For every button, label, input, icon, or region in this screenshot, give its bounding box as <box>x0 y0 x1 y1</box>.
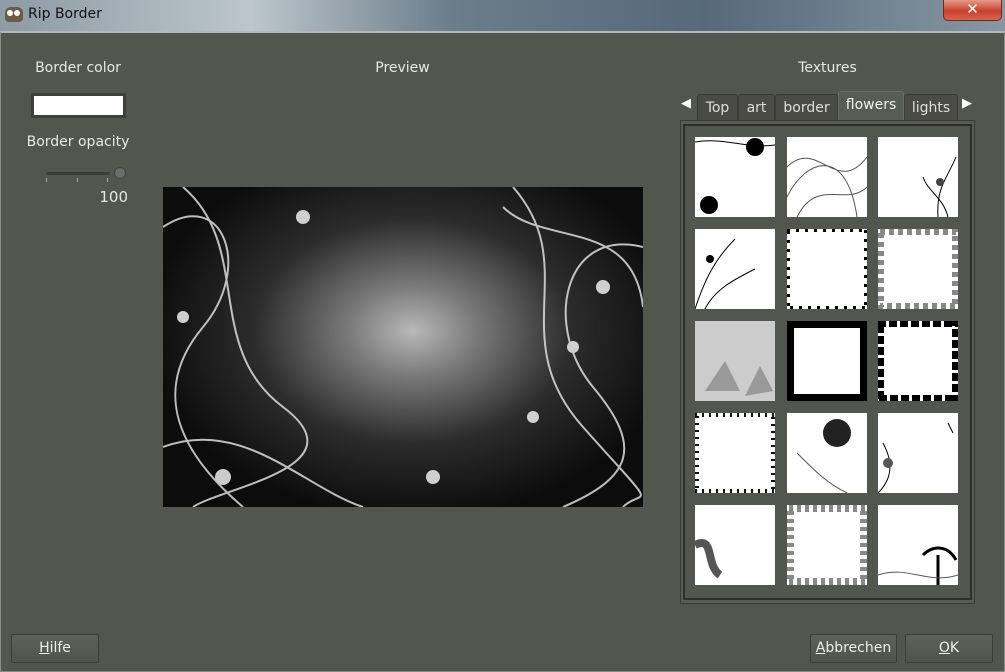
close-button[interactable]: ✕ <box>943 0 1002 21</box>
tab-border[interactable]: border <box>775 94 838 121</box>
border-color-label: Border color <box>35 60 121 76</box>
title-bar: Rip Border ✕ <box>0 0 1005 31</box>
texture-thumbnail[interactable] <box>695 137 775 217</box>
window-title: Rip Border <box>28 6 102 22</box>
opacity-value: 100 <box>99 188 128 206</box>
texture-thumbnail[interactable] <box>787 505 867 585</box>
tabs-scroll-right-icon[interactable]: ▶ <box>962 96 972 111</box>
border-color-button[interactable] <box>31 93 126 118</box>
texture-thumbnail[interactable] <box>787 229 867 309</box>
slider-tick <box>107 178 108 182</box>
tab-flowers[interactable]: flowers <box>838 91 904 121</box>
border-opacity-label: Border opacity <box>26 134 130 150</box>
texture-thumbnail[interactable] <box>878 505 958 585</box>
texture-thumbnail[interactable] <box>878 413 958 493</box>
preview-label: Preview <box>375 60 430 76</box>
textures-label: Textures <box>798 60 857 76</box>
tab-art[interactable]: art <box>738 94 775 121</box>
texture-thumbnail[interactable] <box>878 229 958 309</box>
tabs-scroll-left-icon[interactable]: ◀ <box>681 96 691 111</box>
ok-button[interactable]: OK <box>905 634 993 663</box>
texture-thumbnail[interactable] <box>695 229 775 309</box>
texture-thumbnail[interactable] <box>695 321 775 401</box>
color-swatch <box>34 96 123 115</box>
cancel-button[interactable]: Abbrechen <box>810 634 897 663</box>
tab-lights[interactable]: lights <box>904 94 958 121</box>
texture-thumbnail[interactable] <box>878 137 958 217</box>
texture-thumbnail[interactable] <box>878 321 958 401</box>
gimp-app-icon <box>5 7 23 22</box>
tab-top[interactable]: Top <box>697 94 738 121</box>
texture-thumbnail[interactable] <box>787 321 867 401</box>
slider-tick <box>77 178 78 182</box>
help-button[interactable]: Hilfe <box>11 634 99 663</box>
texture-thumbnail[interactable] <box>787 137 867 217</box>
opacity-slider-handle[interactable] <box>114 167 126 179</box>
texture-thumbnail[interactable] <box>695 505 775 585</box>
opacity-slider[interactable] <box>46 172 110 175</box>
texture-thumbnail[interactable] <box>787 413 867 493</box>
preview-image <box>163 187 643 507</box>
slider-tick <box>46 178 47 182</box>
texture-thumbnail[interactable] <box>695 413 775 493</box>
